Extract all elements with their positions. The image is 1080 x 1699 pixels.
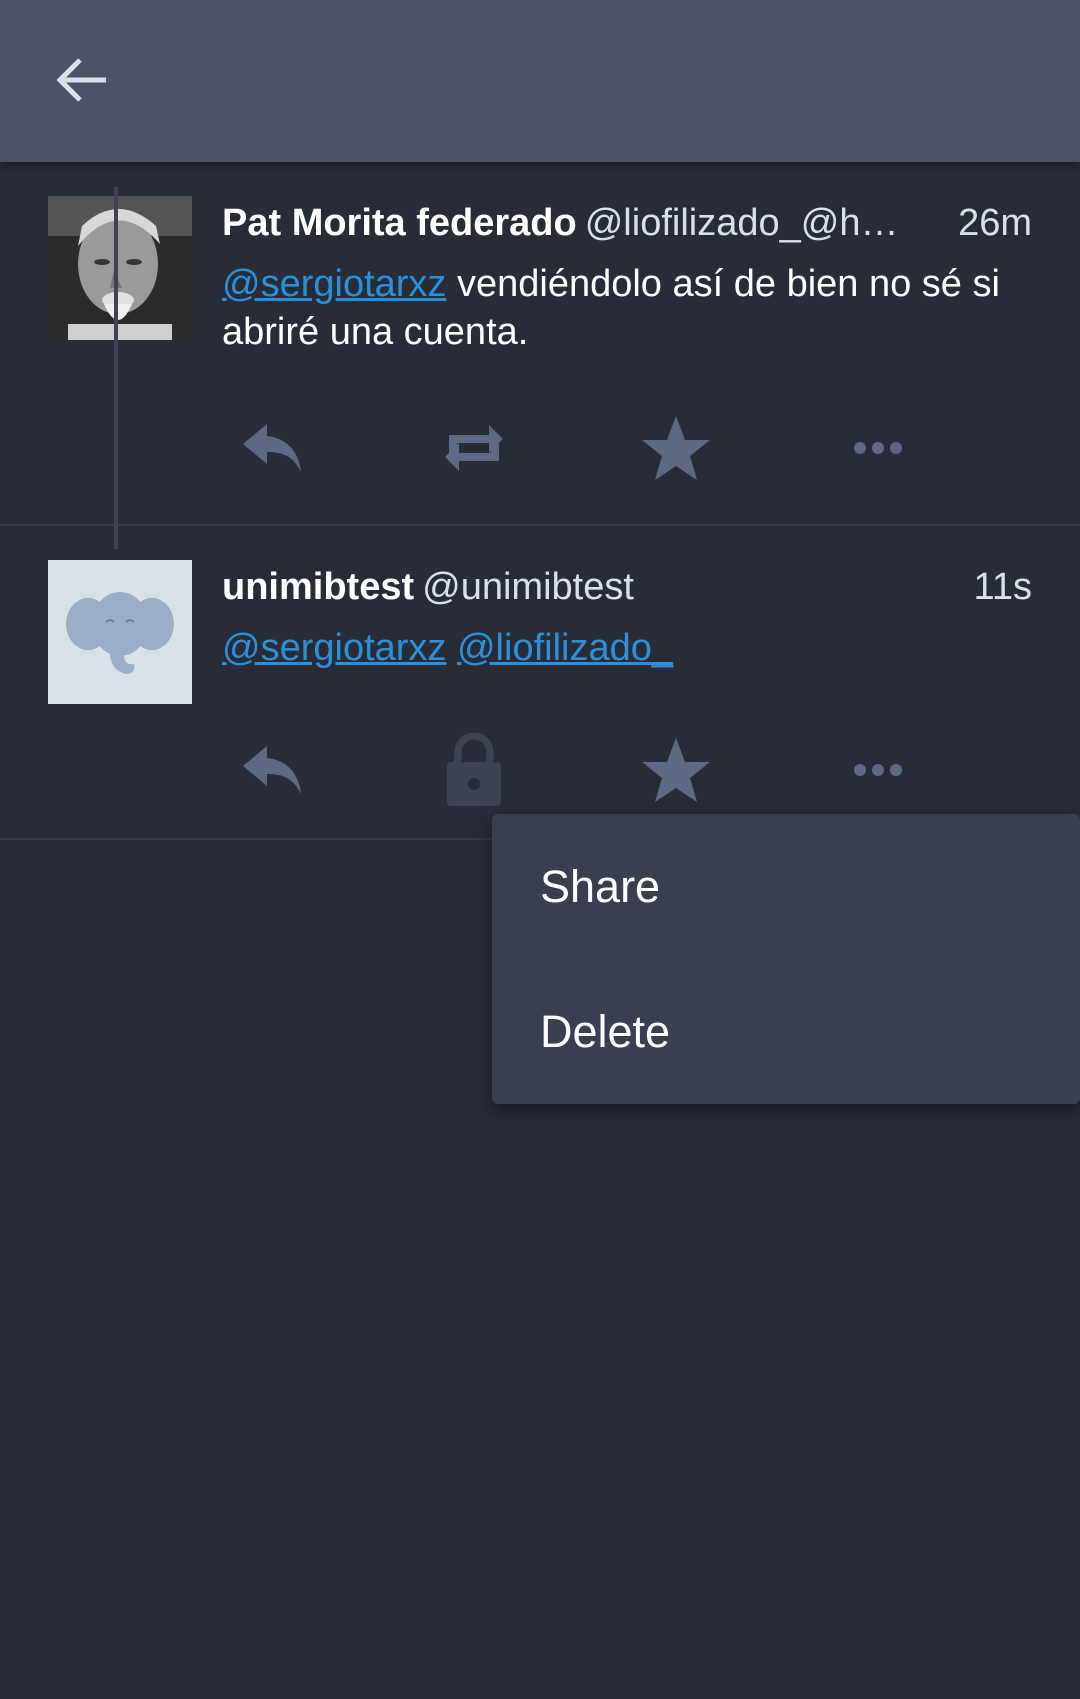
- back-button[interactable]: [52, 50, 112, 110]
- mention-link[interactable]: @liofilizado_: [457, 627, 673, 669]
- timestamp[interactable]: 11s: [963, 560, 1032, 614]
- status-item[interactable]: unimibtest @unimibtest 11s @sergiotarxz @…: [0, 526, 1080, 840]
- favourite-icon: [642, 738, 710, 802]
- favourite-button[interactable]: [636, 408, 716, 488]
- status-content: @sergiotarxz vendiéndolo así de bien no …: [222, 260, 1042, 356]
- avatar[interactable]: [48, 560, 192, 704]
- more-button[interactable]: [838, 408, 918, 488]
- action-bar: [222, 408, 942, 488]
- arrow-left-icon: [56, 58, 106, 102]
- display-name[interactable]: unimibtest: [222, 566, 414, 608]
- app-bar: [0, 0, 1080, 162]
- menu-item-delete[interactable]: Delete: [492, 959, 1080, 1104]
- boost-icon: [445, 425, 503, 471]
- reply-button[interactable]: [232, 730, 312, 810]
- menu-item-label: Share: [540, 861, 661, 912]
- more-button[interactable]: [838, 730, 918, 810]
- reply-icon: [243, 746, 301, 794]
- status-content: @sergiotarxz @liofilizado_: [222, 624, 1042, 672]
- account-handle[interactable]: @liofilizado_@h…: [585, 202, 899, 244]
- thread-connector-line: [114, 187, 118, 549]
- timestamp[interactable]: 26m: [948, 196, 1032, 250]
- status-item[interactable]: Pat Morita federado @liofilizado_@h… 26m …: [0, 162, 1080, 526]
- more-icon: [854, 764, 902, 776]
- favourite-button[interactable]: [636, 730, 716, 810]
- mention-link[interactable]: @sergiotarxz: [222, 263, 446, 305]
- status-options-menu: Share Delete: [492, 814, 1080, 1104]
- display-name[interactable]: Pat Morita federado: [222, 202, 577, 244]
- boost-disabled-button: [434, 730, 514, 810]
- status-header: unimibtest @unimibtest 11s: [222, 560, 1032, 614]
- favourite-icon: [642, 416, 710, 480]
- lock-icon: [447, 732, 501, 806]
- reply-icon: [243, 424, 301, 472]
- account-handle[interactable]: @unimibtest: [422, 566, 634, 608]
- reply-button[interactable]: [232, 408, 312, 488]
- more-icon: [854, 442, 902, 454]
- status-header: Pat Morita federado @liofilizado_@h… 26m: [222, 196, 1032, 250]
- menu-item-share[interactable]: Share: [492, 814, 1080, 959]
- action-bar: [222, 730, 942, 810]
- boost-button[interactable]: [434, 408, 514, 488]
- menu-item-label: Delete: [540, 1006, 671, 1057]
- avatar[interactable]: [48, 196, 192, 340]
- elephant-icon: [48, 560, 192, 704]
- mention-link[interactable]: @sergiotarxz: [222, 627, 446, 669]
